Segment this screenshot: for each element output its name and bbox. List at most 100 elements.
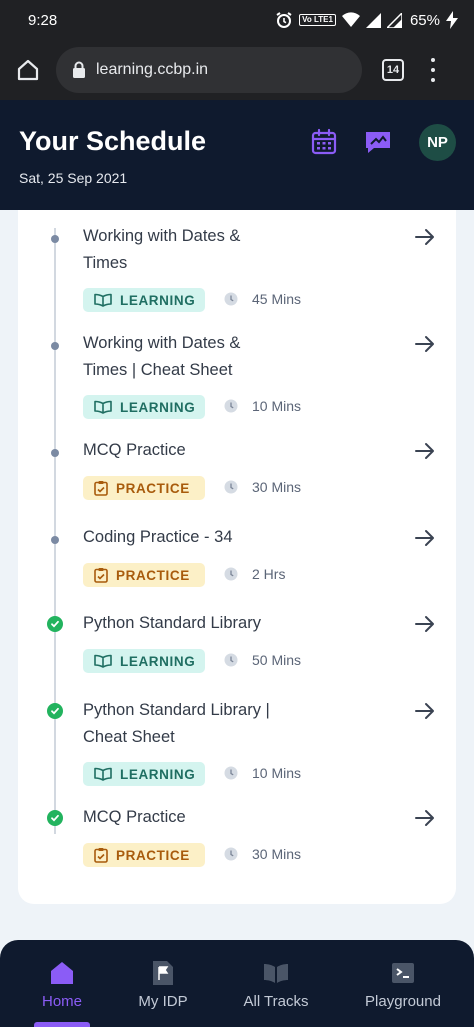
duration: 30 Mins bbox=[224, 846, 301, 862]
volte-icon: Vo LTE1 bbox=[299, 14, 336, 26]
timeline-dot bbox=[51, 235, 59, 243]
duration: 45 Mins bbox=[224, 291, 301, 307]
duration: 10 Mins bbox=[224, 765, 301, 781]
clock-icon bbox=[224, 653, 238, 667]
arrow-right-icon[interactable] bbox=[414, 807, 436, 829]
terminal-icon bbox=[390, 960, 416, 986]
title-line: Working with Dates & bbox=[83, 334, 241, 352]
status-bar: 9:28 Vo LTE1 65% bbox=[0, 0, 474, 40]
signal-icon-2 bbox=[386, 12, 402, 28]
status-icons: Vo LTE1 65% bbox=[275, 11, 458, 29]
schedule-item-title: Working with Dates & Times | Cheat Sheet bbox=[83, 330, 383, 384]
nav-all-tracks[interactable]: All Tracks bbox=[234, 940, 318, 1027]
address-bar[interactable]: learning.ccbp.in bbox=[56, 47, 362, 93]
title-line: Cheat Sheet bbox=[83, 728, 175, 746]
signal-icon bbox=[365, 12, 381, 28]
badge-label: PRACTICE bbox=[116, 480, 190, 496]
schedule-date: Sat, 25 Sep 2021 bbox=[19, 170, 128, 186]
arrow-right-icon[interactable] bbox=[414, 333, 436, 355]
wifi-icon bbox=[341, 12, 360, 28]
completed-check-icon bbox=[47, 703, 63, 719]
duration: 10 Mins bbox=[224, 398, 301, 414]
duration: 2 Hrs bbox=[224, 566, 285, 582]
duration-text: 10 Mins bbox=[252, 398, 302, 414]
schedule-item-title: Coding Practice - 34 bbox=[83, 524, 383, 551]
timeline-dot bbox=[51, 449, 59, 457]
duration: 30 Mins bbox=[224, 479, 301, 495]
duration-text: 2 Hrs bbox=[252, 566, 286, 582]
title-line: Times | Cheat Sheet bbox=[83, 361, 233, 379]
title-line: MCQ Practice bbox=[83, 441, 186, 459]
schedule-item-title: MCQ Practice bbox=[83, 804, 383, 831]
clock-icon bbox=[224, 766, 238, 780]
feedback-chat-icon[interactable] bbox=[364, 128, 392, 156]
status-time: 9:28 bbox=[28, 11, 58, 29]
learning-badge: LEARNING bbox=[83, 395, 205, 419]
badge-label: PRACTICE bbox=[116, 847, 190, 863]
page-title: Your Schedule bbox=[19, 126, 207, 156]
duration: 50 Mins bbox=[224, 652, 301, 668]
flag-doc-icon bbox=[150, 960, 176, 986]
practice-badge: PRACTICE bbox=[83, 843, 205, 867]
battery-percent: 65% bbox=[409, 11, 440, 29]
schedule-card: Working with Dates & Times LEARNING 45 Mins… bbox=[18, 210, 456, 904]
arrow-right-icon[interactable] bbox=[414, 700, 436, 722]
nav-my-idp-label: My IDP bbox=[138, 993, 188, 1010]
lock-icon bbox=[72, 61, 86, 79]
browser-home-button[interactable] bbox=[14, 56, 42, 84]
clipboard-check-icon bbox=[94, 480, 108, 496]
arrow-right-icon[interactable] bbox=[414, 527, 436, 549]
nav-playground[interactable]: Playground bbox=[356, 940, 450, 1027]
arrow-right-icon[interactable] bbox=[414, 613, 436, 635]
badge-label: LEARNING bbox=[120, 292, 196, 308]
home-outline-icon bbox=[17, 59, 39, 81]
title-line: Working with Dates & bbox=[83, 227, 241, 245]
nav-home-label: Home bbox=[41, 993, 82, 1010]
duration-text: 45 Mins bbox=[252, 291, 302, 307]
badge-label: PRACTICE bbox=[116, 567, 190, 583]
nav-my-idp[interactable]: My IDP bbox=[128, 940, 198, 1027]
url-text: learning.ccbp.in bbox=[96, 61, 209, 78]
browser-menu-button[interactable] bbox=[428, 58, 438, 82]
duration-text: 10 Mins bbox=[252, 765, 302, 781]
schedule-item-title: MCQ Practice bbox=[83, 437, 383, 464]
bottom-navigation: Home My IDP All Tracks Playground bbox=[0, 940, 474, 1027]
clock-icon bbox=[224, 480, 238, 494]
nav-playground-label: Playground bbox=[365, 993, 441, 1010]
learning-badge: LEARNING bbox=[83, 649, 205, 673]
clock-icon bbox=[224, 399, 238, 413]
timeline-dot bbox=[51, 342, 59, 350]
clock-icon bbox=[224, 847, 238, 861]
clock-icon bbox=[224, 292, 238, 306]
title-line: Python Standard Library | bbox=[83, 701, 270, 719]
title-line: MCQ Practice bbox=[83, 808, 186, 826]
clipboard-check-icon bbox=[94, 847, 108, 863]
browser-toolbar: learning.ccbp.in 14 bbox=[0, 40, 474, 100]
clock-icon bbox=[224, 567, 238, 581]
schedule-item-title: Python Standard Library | Cheat Sheet bbox=[83, 697, 383, 751]
practice-badge: PRACTICE bbox=[83, 563, 205, 587]
completed-check-icon bbox=[47, 616, 63, 632]
charging-icon bbox=[446, 11, 458, 29]
practice-badge: PRACTICE bbox=[83, 476, 205, 500]
badge-label: LEARNING bbox=[120, 399, 196, 415]
calendar-icon[interactable] bbox=[310, 128, 338, 156]
user-avatar[interactable]: NP bbox=[419, 124, 456, 161]
home-icon bbox=[49, 960, 75, 986]
timeline-line bbox=[54, 228, 56, 834]
arrow-right-icon[interactable] bbox=[414, 440, 436, 462]
completed-check-icon bbox=[47, 810, 63, 826]
book-open-icon bbox=[94, 293, 112, 307]
book-open-icon bbox=[94, 767, 112, 781]
title-line: Python Standard Library bbox=[83, 614, 261, 632]
badge-label: LEARNING bbox=[120, 766, 196, 782]
active-tab-indicator bbox=[34, 1022, 90, 1027]
learning-badge: LEARNING bbox=[83, 762, 205, 786]
title-line: Times bbox=[83, 254, 128, 272]
duration-text: 50 Mins bbox=[252, 652, 302, 668]
arrow-right-icon[interactable] bbox=[414, 226, 436, 248]
book-open-icon bbox=[94, 400, 112, 414]
nav-home[interactable]: Home bbox=[28, 940, 96, 1027]
app-header: Your Schedule Sat, 25 Sep 2021 NP bbox=[0, 100, 474, 210]
tab-switcher-button[interactable]: 14 bbox=[382, 59, 404, 81]
